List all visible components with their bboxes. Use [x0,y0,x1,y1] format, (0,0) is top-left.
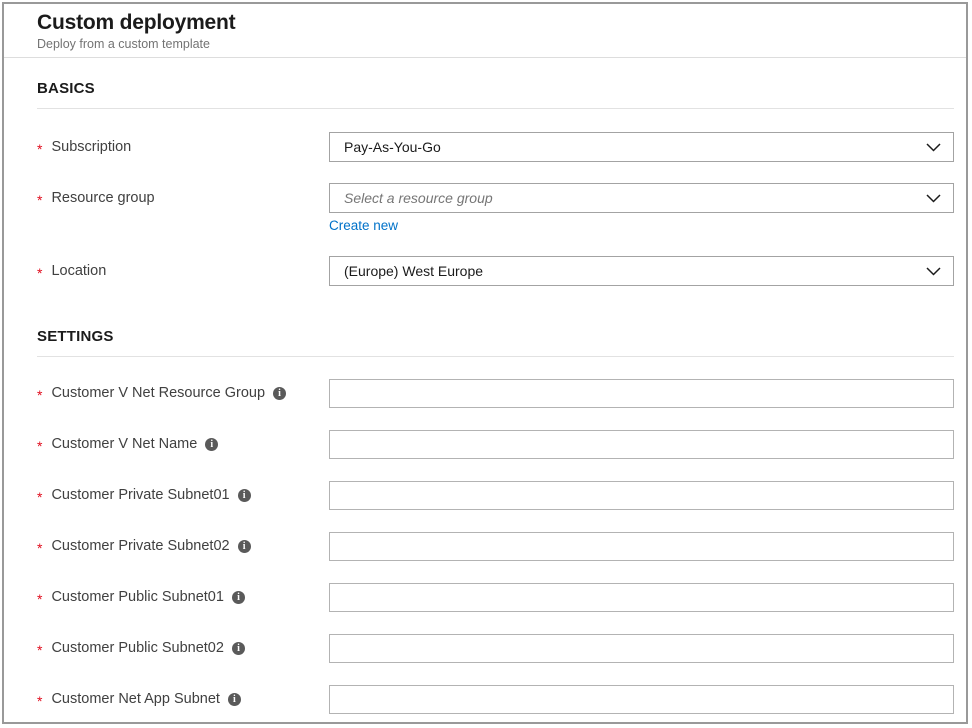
resource-group-control: Select a resource group Create new [329,183,954,235]
info-icon[interactable]: i [238,540,251,553]
chevron-down-icon [926,194,941,203]
field-label: Customer Private Subnet02 [51,537,229,555]
custom-deployment-panel: Custom deployment Deploy from a custom t… [2,2,968,724]
field-label: Customer V Net Name [51,435,197,453]
resource-group-dropdown[interactable]: Select a resource group [329,183,954,213]
required-asterisk: * [37,490,42,504]
location-label-group: * Location [37,256,329,286]
field-label-group: * Customer Public Subnet02 i [37,633,329,663]
location-label: Location [51,262,106,280]
info-icon[interactable]: i [205,438,218,451]
page-title: Custom deployment [37,10,933,35]
required-asterisk: * [37,541,42,555]
field-label-group: * Customer Public Subnet01 i [37,582,329,612]
chevron-down-icon [926,267,941,276]
resource-group-placeholder: Select a resource group [344,190,493,206]
required-asterisk: * [37,142,42,156]
subscription-label: Subscription [51,138,131,156]
required-asterisk: * [37,439,42,453]
info-icon[interactable]: i [273,387,286,400]
customer-private-subnet01-input[interactable] [329,481,954,510]
customer-v-net-name-row: * Customer V Net Name i [37,429,966,459]
customer-net-app-subnet-input[interactable] [329,685,954,714]
subscription-dropdown[interactable]: Pay-As-You-Go [329,132,954,162]
info-icon[interactable]: i [232,642,245,655]
required-asterisk: * [37,388,42,402]
customer-public-subnet01-row: * Customer Public Subnet01 i [37,582,966,612]
required-asterisk: * [37,643,42,657]
field-label-group: * Customer V Net Name i [37,429,329,459]
chevron-down-icon [926,143,941,152]
section-title-settings: SETTINGS [37,328,954,357]
resource-group-row: * Resource group Select a resource group… [37,183,966,235]
create-new-link[interactable]: Create new [329,218,398,233]
customer-v-net-name-input[interactable] [329,430,954,459]
subscription-row: * Subscription Pay-As-You-Go [37,132,966,162]
customer-v-net-resource-group-row: * Customer V Net Resource Group i [37,378,966,408]
field-label: Customer Net App Subnet [51,690,219,708]
field-label-group: * Customer Private Subnet02 i [37,531,329,561]
customer-private-subnet02-input[interactable] [329,532,954,561]
location-control: (Europe) West Europe [329,256,954,286]
required-asterisk: * [37,266,42,280]
resource-group-label: Resource group [51,189,154,207]
required-asterisk: * [37,694,42,708]
panel-header: Custom deployment Deploy from a custom t… [4,4,966,58]
customer-public-subnet02-row: * Customer Public Subnet02 i [37,633,966,663]
field-label: Customer Public Subnet02 [51,639,224,657]
customer-public-subnet02-input[interactable] [329,634,954,663]
field-label: Customer Public Subnet01 [51,588,224,606]
customer-private-subnet02-row: * Customer Private Subnet02 i [37,531,966,561]
info-icon[interactable]: i [232,591,245,604]
customer-public-subnet01-input[interactable] [329,583,954,612]
field-label: Customer V Net Resource Group [51,384,265,402]
info-icon[interactable]: i [238,489,251,502]
subscription-label-group: * Subscription [37,132,329,162]
location-value: (Europe) West Europe [344,263,483,279]
field-label-group: * Customer Private Subnet01 i [37,480,329,510]
resource-group-label-group: * Resource group [37,183,329,213]
location-row: * Location (Europe) West Europe [37,256,966,286]
field-label: Customer Private Subnet01 [51,486,229,504]
info-icon[interactable]: i [228,693,241,706]
field-label-group: * Customer Net App Subnet i [37,684,329,714]
page-subtitle: Deploy from a custom template [37,36,933,52]
location-dropdown[interactable]: (Europe) West Europe [329,256,954,286]
field-label-group: * Customer V Net Resource Group i [37,378,329,408]
subscription-control: Pay-As-You-Go [329,132,954,162]
customer-private-subnet01-row: * Customer Private Subnet01 i [37,480,966,510]
subscription-value: Pay-As-You-Go [344,139,441,155]
customer-v-net-resource-group-input[interactable] [329,379,954,408]
customer-net-app-subnet-row: * Customer Net App Subnet i [37,684,966,714]
section-title-basics: BASICS [37,80,954,109]
required-asterisk: * [37,193,42,207]
required-asterisk: * [37,592,42,606]
form-content: BASICS * Subscription Pay-As-You-Go * Re… [4,80,966,714]
